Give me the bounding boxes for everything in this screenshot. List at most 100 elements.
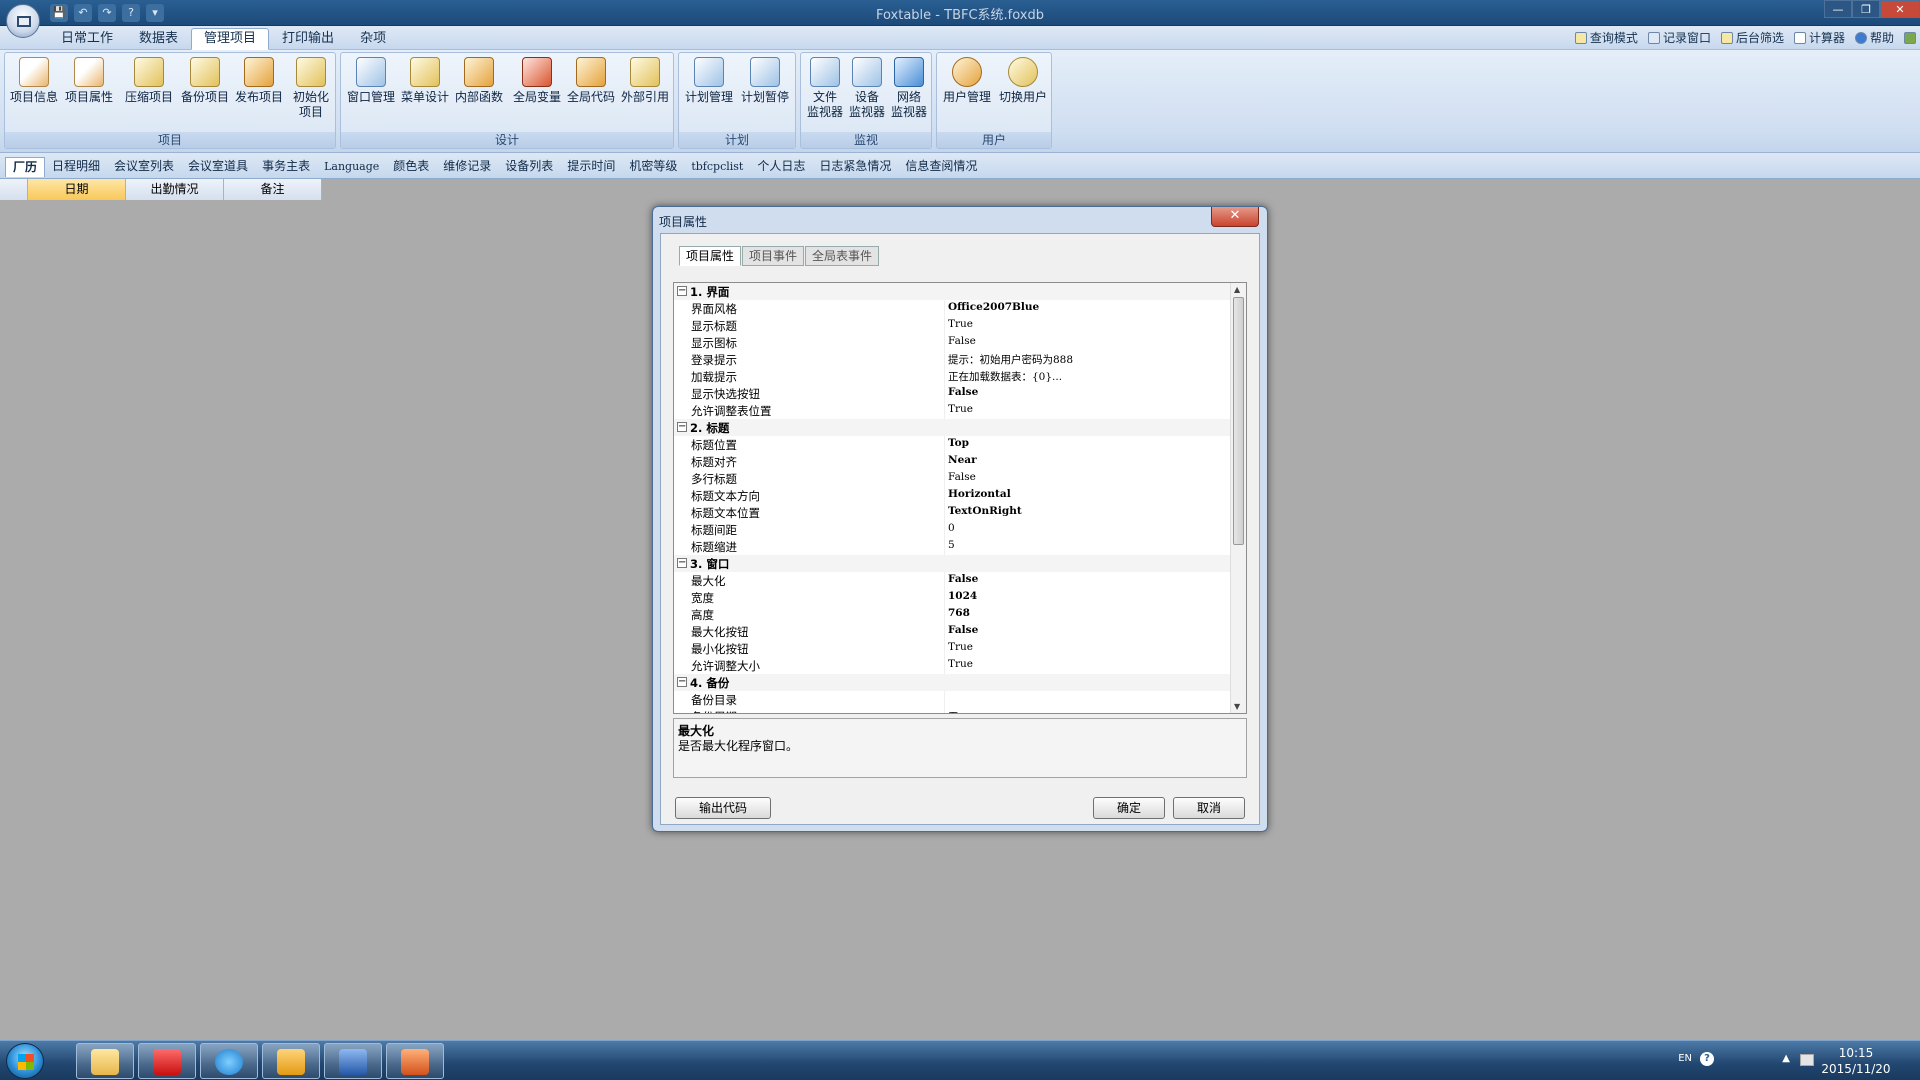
switch-user-button[interactable]: 切换用户: [997, 57, 1049, 129]
property-row[interactable]: 登录提示 提示：初始用户密码为888: [674, 351, 1230, 368]
network-monitor-button[interactable]: 网络 监视器: [889, 57, 929, 129]
table-tab[interactable]: 会议室列表: [107, 157, 181, 177]
property-value[interactable]: False: [948, 335, 976, 347]
table-tab[interactable]: 提示时间: [560, 157, 622, 177]
schedule-manager-button[interactable]: 计划管理: [683, 57, 735, 129]
table-tab[interactable]: 个人日志: [750, 157, 812, 177]
property-value[interactable]: Office2007Blue: [948, 301, 1039, 313]
dialog-close-button[interactable]: ✕: [1211, 207, 1259, 227]
start-button[interactable]: [6, 1043, 44, 1079]
property-row[interactable]: 标题对齐 Near: [674, 453, 1230, 470]
project-info-button[interactable]: 项目信息: [9, 57, 59, 129]
property-category[interactable]: −1. 界面: [674, 283, 1230, 300]
user-management-button[interactable]: 用户管理: [941, 57, 993, 129]
grid-corner[interactable]: [0, 179, 28, 200]
initialize-project-button[interactable]: 初始化 项目: [291, 57, 331, 129]
taskbar-ie[interactable]: [200, 1043, 258, 1079]
table-tab[interactable]: 设备列表: [498, 157, 560, 177]
taskbar-foxtable[interactable]: [138, 1043, 196, 1079]
property-row[interactable]: 最大化按钮 False: [674, 623, 1230, 640]
pause-schedule-button[interactable]: 计划暂停: [739, 57, 791, 129]
internal-functions-button[interactable]: 内部函数: [453, 57, 505, 129]
table-tab[interactable]: 机密等级: [622, 157, 684, 177]
property-row[interactable]: 标题文本位置 TextOnRight: [674, 504, 1230, 521]
property-row[interactable]: 显示标题 True: [674, 317, 1230, 334]
table-tab[interactable]: Language: [317, 157, 386, 177]
table-tab[interactable]: 会议室道具: [181, 157, 255, 177]
property-value[interactable]: False: [948, 624, 978, 636]
property-row[interactable]: 高度 768: [674, 606, 1230, 623]
ribbon-collapse-icon[interactable]: [1904, 31, 1916, 44]
menu-design-button[interactable]: 菜单设计: [399, 57, 451, 129]
property-value[interactable]: 1024: [948, 590, 977, 602]
action-center-icon[interactable]: [1800, 1054, 1814, 1066]
property-row[interactable]: 标题位置 Top: [674, 436, 1230, 453]
collapse-icon[interactable]: −: [677, 558, 687, 568]
column-header[interactable]: 日期: [28, 179, 126, 200]
language-indicator[interactable]: EN: [1678, 1053, 1692, 1064]
property-row[interactable]: 最小化按钮 True: [674, 640, 1230, 657]
property-value[interactable]: True: [948, 658, 973, 670]
global-code-button[interactable]: 全局代码: [565, 57, 617, 129]
table-tab[interactable]: 维修记录: [436, 157, 498, 177]
tab-misc[interactable]: 杂项: [347, 28, 399, 50]
property-row[interactable]: 标题文本方向 Horizontal: [674, 487, 1230, 504]
property-row[interactable]: 最大化 False: [674, 572, 1230, 589]
property-value[interactable]: 0: [948, 522, 955, 534]
taskbar-word[interactable]: [324, 1043, 382, 1079]
property-value[interactable]: True: [948, 318, 973, 330]
close-window-button[interactable]: ✕: [1880, 0, 1920, 18]
background-filter-button[interactable]: 后台筛选: [1720, 29, 1784, 46]
tab-project-properties[interactable]: 项目属性: [679, 246, 742, 266]
taskbar-explorer[interactable]: [76, 1043, 134, 1079]
tab-data-tables[interactable]: 数据表: [126, 28, 191, 50]
property-row[interactable]: 多行标题 False: [674, 470, 1230, 487]
query-mode-button[interactable]: 查询模式: [1574, 29, 1638, 46]
window-manager-button[interactable]: 窗口管理: [345, 57, 397, 129]
property-row[interactable]: 允许调整表位置 True: [674, 402, 1230, 419]
property-value[interactable]: 无: [948, 709, 959, 713]
table-tab[interactable]: 厂历: [5, 157, 46, 177]
property-grid-scrollbar[interactable]: ▲ ▼: [1230, 283, 1246, 713]
tab-daily-work[interactable]: 日常工作: [48, 28, 126, 50]
restore-button[interactable]: ❐: [1852, 0, 1880, 18]
app-menu-button[interactable]: [6, 4, 40, 38]
scroll-up-icon[interactable]: ▲: [1234, 285, 1240, 294]
table-tab[interactable]: 信息查阅情况: [898, 157, 984, 177]
property-row[interactable]: 标题缩进 5: [674, 538, 1230, 555]
record-window-button[interactable]: 记录窗口: [1647, 29, 1711, 46]
backup-project-button[interactable]: 备份项目: [179, 57, 231, 129]
collapse-icon[interactable]: −: [677, 677, 687, 687]
clock[interactable]: 10:15 2015/11/20: [1816, 1045, 1896, 1077]
minimize-button[interactable]: —: [1824, 0, 1852, 18]
property-value[interactable]: False: [948, 471, 976, 483]
tab-project-events[interactable]: 项目事件: [742, 246, 805, 266]
compress-project-button[interactable]: 压缩项目: [123, 57, 175, 129]
property-row[interactable]: 备份周期 无: [674, 708, 1230, 713]
scroll-down-icon[interactable]: ▼: [1234, 702, 1240, 711]
cancel-button[interactable]: 取消: [1173, 797, 1245, 819]
taskbar-app[interactable]: [386, 1043, 444, 1079]
property-value[interactable]: Horizontal: [948, 488, 1011, 500]
table-tab[interactable]: 日程明细: [45, 157, 107, 177]
tab-print-output[interactable]: 打印输出: [269, 28, 347, 50]
collapse-icon[interactable]: −: [677, 286, 687, 296]
property-value[interactable]: 正在加载数据表：{0}...: [948, 369, 1062, 384]
property-row[interactable]: 显示图标 False: [674, 334, 1230, 351]
property-value[interactable]: Top: [948, 437, 969, 449]
property-category[interactable]: −4. 备份: [674, 674, 1230, 691]
show-hidden-icons[interactable]: ▲: [1782, 1053, 1790, 1064]
column-header[interactable]: 出勤情况: [126, 179, 224, 200]
device-monitor-button[interactable]: 设备 监视器: [847, 57, 887, 129]
global-variables-button[interactable]: 全局变量: [511, 57, 563, 129]
property-row[interactable]: 界面风格 Office2007Blue: [674, 300, 1230, 317]
property-row[interactable]: 备份目录: [674, 691, 1230, 708]
table-tab[interactable]: tbfcpclist: [684, 157, 750, 177]
file-monitor-button[interactable]: 文件 监视器: [805, 57, 845, 129]
property-row[interactable]: 加载提示 正在加载数据表：{0}...: [674, 368, 1230, 385]
publish-project-button[interactable]: 发布项目: [233, 57, 285, 129]
calculator-button[interactable]: 计算器: [1793, 29, 1845, 46]
property-row[interactable]: 标题间距 0: [674, 521, 1230, 538]
table-tab[interactable]: 日志紧急情况: [812, 157, 898, 177]
property-value[interactable]: Near: [948, 454, 977, 466]
